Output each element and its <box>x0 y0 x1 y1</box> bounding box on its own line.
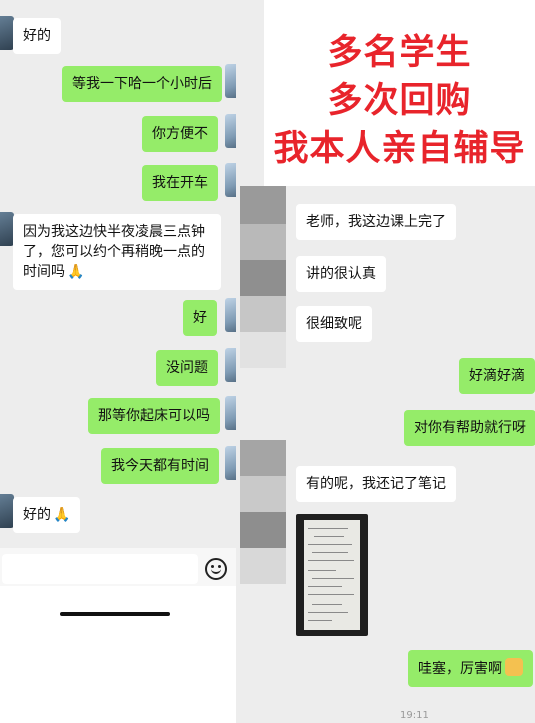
outgoing-message: 等我一下哈一个小时后 <box>62 66 222 102</box>
incoming-message: 好的 <box>13 18 61 54</box>
incoming-message: 老师，我这边课上完了 <box>296 204 456 240</box>
right-chat-screenshot: 老师，我这边课上完了 讲的很认真 很细致呢 好滴好滴 对你有帮助就行呀 有的呢，… <box>240 186 535 723</box>
my-avatar[interactable] <box>225 163 236 197</box>
my-avatar[interactable] <box>225 64 236 98</box>
incoming-message: 讲的很认真 <box>296 256 386 292</box>
my-avatar[interactable] <box>225 298 236 332</box>
left-chat-screenshot: 好的 等我一下哈一个小时后 你方便不 我在开车 因为我这边快半夜凌晨三点钟了，您… <box>0 0 236 723</box>
notes-sheet <box>304 520 360 630</box>
my-avatar[interactable] <box>225 114 236 148</box>
blurred-avatar <box>240 260 286 296</box>
home-indicator <box>60 612 170 616</box>
incoming-message: 因为我这边快半夜凌晨三点钟了，您可以约个再稍晚一点的时间吗 🙏 <box>13 214 221 290</box>
contact-avatar[interactable] <box>0 494 14 528</box>
my-avatar[interactable] <box>225 446 236 480</box>
my-avatar[interactable] <box>225 396 236 430</box>
outgoing-message: 好滴好滴 <box>459 358 535 394</box>
blurred-avatar <box>240 440 286 476</box>
pray-emoji-icon: 🙏 <box>67 264 85 280</box>
blurred-avatar <box>240 548 286 584</box>
incoming-message: 好的 🙏 <box>13 497 81 533</box>
message-input[interactable] <box>2 554 198 584</box>
message-text: 因为我这边快半夜凌晨三点钟了，您可以约个再稍晚一点的时间吗 <box>23 224 205 280</box>
timestamp: 19:11 <box>400 710 429 721</box>
outgoing-message: 我今天都有时间 <box>101 448 219 484</box>
blurred-avatar <box>240 512 286 548</box>
message-text: 哇塞，厉害啊 <box>418 661 502 677</box>
blurred-avatar <box>240 476 286 512</box>
promo-banner: 多名学生 多次回购 我本人亲自辅导 <box>264 0 535 186</box>
pray-emoji-icon: 🙏 <box>53 507 71 523</box>
banner-line-2: 多次回购 <box>327 81 472 121</box>
contact-avatar[interactable] <box>0 212 14 246</box>
outgoing-message: 哇塞，厉害啊 <box>408 650 533 687</box>
outgoing-message: 我在开车 <box>142 165 218 201</box>
message-text: 好的 <box>23 507 51 523</box>
outgoing-message: 对你有帮助就行呀 <box>404 410 535 446</box>
outgoing-message: 你方便不 <box>142 116 218 152</box>
blurred-avatar <box>240 224 286 260</box>
outgoing-message: 没问题 <box>156 350 218 386</box>
outgoing-message: 好 <box>183 300 217 336</box>
contact-avatar[interactable] <box>0 16 14 50</box>
incoming-message: 有的呢，我还记了笔记 <box>296 466 456 502</box>
emoji-face-icon[interactable] <box>205 558 227 580</box>
my-avatar[interactable] <box>225 348 236 382</box>
banner-line-3: 我本人亲自辅导 <box>273 129 526 169</box>
banner-line-1: 多名学生 <box>327 33 472 73</box>
outgoing-message: 那等你起床可以吗 <box>88 398 220 434</box>
thumbs-up-emoji-icon <box>505 658 523 676</box>
keyboard-area <box>0 586 236 723</box>
notes-photo[interactable] <box>296 514 368 636</box>
blurred-avatar <box>240 332 286 368</box>
incoming-message: 很细致呢 <box>296 306 372 342</box>
blurred-avatar <box>240 186 286 224</box>
blurred-avatar <box>240 296 286 332</box>
